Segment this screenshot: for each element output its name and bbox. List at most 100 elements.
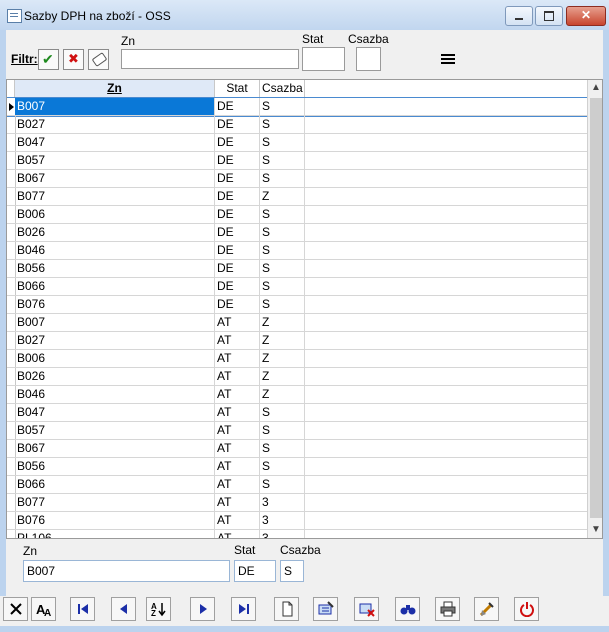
cell-stat[interactable]: DE (215, 224, 260, 241)
table-row[interactable]: B067 AT S (7, 440, 587, 458)
menu-icon[interactable] (441, 54, 455, 64)
column-header-stat[interactable]: Stat (215, 80, 260, 97)
cell-zn[interactable]: B026 (15, 368, 215, 385)
cell-csazba[interactable]: S (260, 458, 305, 475)
cell-zn[interactable]: B076 (15, 296, 215, 313)
cell-csazba[interactable]: 3 (260, 530, 305, 538)
title-bar[interactable]: Sazby DPH na zboží - OSS (0, 0, 609, 30)
filter-stat-input[interactable] (302, 47, 345, 71)
cell-stat[interactable]: AT (215, 494, 260, 511)
table-row[interactable]: B027 DE S (7, 116, 587, 134)
cell-stat[interactable]: AT (215, 404, 260, 421)
tools-button[interactable] (474, 597, 499, 621)
cell-csazba[interactable]: S (260, 260, 305, 277)
cell-stat[interactable]: DE (215, 98, 260, 115)
cell-zn[interactable]: B047 (15, 404, 215, 421)
cell-zn[interactable]: B077 (15, 494, 215, 511)
data-grid[interactable]: Zn Stat Csazba B007 DE S B027 DE S B047 DE S B057… (6, 79, 603, 539)
table-row[interactable]: B046 AT Z (7, 386, 587, 404)
cell-csazba[interactable]: S (260, 152, 305, 169)
sort-button[interactable]: AZ (146, 597, 171, 621)
table-row[interactable]: B077 AT 3 (7, 494, 587, 512)
cell-csazba[interactable]: S (260, 242, 305, 259)
detail-csazba-field[interactable]: S (280, 560, 304, 582)
cell-csazba[interactable]: Z (260, 368, 305, 385)
table-row[interactable]: B057 AT S (7, 422, 587, 440)
cell-csazba[interactable]: 3 (260, 512, 305, 529)
cell-zn[interactable]: B066 (15, 278, 215, 295)
cell-zn[interactable]: B056 (15, 260, 215, 277)
cell-stat[interactable]: DE (215, 296, 260, 313)
cell-csazba[interactable]: S (260, 116, 305, 133)
cell-stat[interactable]: DE (215, 152, 260, 169)
cell-stat[interactable]: DE (215, 134, 260, 151)
table-row[interactable]: B046 DE S (7, 242, 587, 260)
last-record-button[interactable] (231, 597, 256, 621)
table-row[interactable]: B027 AT Z (7, 332, 587, 350)
table-row[interactable]: B007 DE S (7, 97, 588, 117)
cell-stat[interactable]: AT (215, 512, 260, 529)
table-row[interactable]: B077 DE Z (7, 188, 587, 206)
cell-csazba[interactable]: Z (260, 386, 305, 403)
cell-stat[interactable]: AT (215, 476, 260, 493)
print-button[interactable] (435, 597, 460, 621)
table-row[interactable]: B056 DE S (7, 260, 587, 278)
new-record-button[interactable] (274, 597, 299, 621)
cell-csazba[interactable]: S (260, 404, 305, 421)
cell-csazba[interactable]: 3 (260, 494, 305, 511)
cell-csazba[interactable]: S (260, 134, 305, 151)
table-row[interactable]: B047 AT S (7, 404, 587, 422)
cell-zn[interactable]: B027 (15, 116, 215, 133)
previous-record-button[interactable] (111, 597, 136, 621)
maximize-button[interactable] (535, 6, 563, 26)
scroll-down-arrow[interactable]: ▼ (591, 524, 601, 535)
close-button[interactable] (566, 6, 606, 26)
cell-zn[interactable]: B077 (15, 188, 215, 205)
table-row[interactable]: B066 DE S (7, 278, 587, 296)
cell-csazba[interactable]: S (260, 440, 305, 457)
filter-zn-input[interactable] (121, 49, 299, 69)
minimize-button[interactable] (505, 6, 533, 26)
table-row[interactable]: B006 AT Z (7, 350, 587, 368)
edit-record-button[interactable] (313, 597, 338, 621)
table-row[interactable]: B006 DE S (7, 206, 587, 224)
cell-stat[interactable]: AT (215, 440, 260, 457)
column-header-zn[interactable]: Zn (15, 80, 215, 97)
delete-record-button[interactable] (354, 597, 379, 621)
cell-stat[interactable]: AT (215, 458, 260, 475)
cell-stat[interactable]: DE (215, 116, 260, 133)
cell-csazba[interactable]: S (260, 206, 305, 223)
cell-zn[interactable]: B067 (15, 170, 215, 187)
column-header-csazba[interactable]: Csazba (260, 80, 305, 97)
cell-zn[interactable]: B026 (15, 224, 215, 241)
cell-zn[interactable]: B006 (15, 350, 215, 367)
scroll-up-arrow[interactable]: ▲ (591, 82, 601, 93)
table-row[interactable]: B057 DE S (7, 152, 587, 170)
table-row[interactable]: B007 AT Z (7, 314, 587, 332)
cell-csazba[interactable]: S (260, 278, 305, 295)
cell-zn[interactable]: B007 (15, 314, 215, 331)
cell-stat[interactable]: AT (215, 332, 260, 349)
cell-zn[interactable]: B057 (15, 152, 215, 169)
close-x-button[interactable] (3, 597, 28, 621)
cell-csazba[interactable]: Z (260, 332, 305, 349)
cell-csazba[interactable]: Z (260, 188, 305, 205)
filter-csazba-input[interactable] (356, 47, 381, 71)
cell-stat[interactable]: AT (215, 530, 260, 538)
cell-zn[interactable]: B006 (15, 206, 215, 223)
table-row[interactable]: B076 DE S (7, 296, 587, 314)
cell-zn[interactable]: B027 (15, 332, 215, 349)
table-row[interactable]: B047 DE S (7, 134, 587, 152)
detail-stat-field[interactable]: DE (234, 560, 276, 582)
cell-csazba[interactable]: S (260, 422, 305, 439)
cell-csazba[interactable]: S (260, 476, 305, 493)
cell-stat[interactable]: DE (215, 278, 260, 295)
cell-csazba[interactable]: S (260, 224, 305, 241)
cell-csazba[interactable]: S (260, 296, 305, 313)
apply-filter-button[interactable] (38, 49, 59, 70)
cell-zn[interactable]: PL106 (15, 530, 215, 538)
cell-stat[interactable]: DE (215, 260, 260, 277)
cell-zn[interactable]: B067 (15, 440, 215, 457)
cell-stat[interactable]: AT (215, 422, 260, 439)
table-row[interactable]: B056 AT S (7, 458, 587, 476)
